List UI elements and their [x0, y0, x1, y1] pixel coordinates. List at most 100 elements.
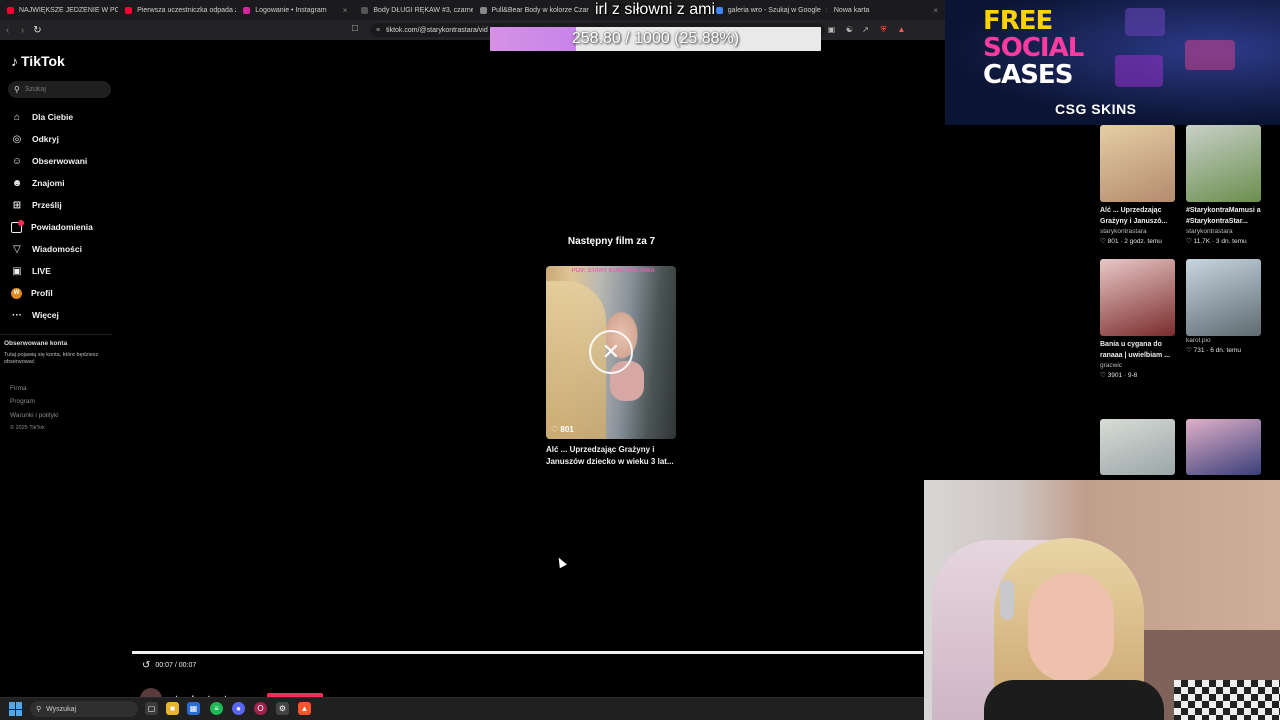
sidebar-item-live[interactable]: ▣ LIVE	[11, 260, 121, 282]
followed-accounts-title: Obserwowane konta	[4, 340, 68, 347]
recommended-video[interactable]: Alć ... Uprzedzając Grażyny i Januszó...…	[1100, 125, 1177, 247]
recommended-video-thumbnail[interactable]	[1186, 125, 1261, 202]
sidebar-item-label: Wiadomości	[32, 244, 82, 254]
home-icon: ⌂	[13, 111, 21, 123]
settings-icon[interactable]: ⚙	[276, 702, 289, 715]
store-icon[interactable]: ▦	[187, 702, 200, 715]
back-icon[interactable]: ‹	[0, 20, 15, 40]
footer-link-terms[interactable]: Warunki i polityki	[10, 412, 59, 419]
next-video-countdown: Następny film za 7	[567, 236, 656, 247]
next-video-thumbnail[interactable]: POV: STARY KONTRASTARA ✕ ♡ 801	[546, 266, 676, 439]
heart-icon: ♡	[551, 425, 559, 434]
browser-tab-bar: NAJWIĘKSZE JEDZENIE W POLSCE - Y×Pierwsz…	[0, 0, 945, 20]
stream-title-overlay: irl z siłowni z ami	[594, 1, 715, 18]
windows-start-icon[interactable]	[9, 702, 23, 716]
tab-favicon-icon	[361, 6, 369, 14]
sidebar-item-prześlij[interactable]: ⊞ Prześlij	[11, 194, 121, 216]
browser-tab[interactable]: Nowa karta ×	[827, 0, 945, 20]
opera-icon[interactable]: O	[254, 702, 267, 715]
tiktok-search[interactable]: ⚲	[8, 81, 111, 98]
recommended-video-author[interactable]: gracwic	[1100, 361, 1177, 371]
tab-label: Pierwsza uczestniczka odpada z dom	[137, 6, 236, 14]
copyright: © 2025 TikTok	[10, 425, 45, 431]
sidebar-item-label: Znajomi	[32, 178, 65, 188]
browser-tab[interactable]: Logowanie • Instagram ×	[236, 0, 354, 20]
sidebar-item-więcej[interactable]: ··· Więcej	[11, 304, 121, 326]
taskbar-search[interactable]: ⚲ Wyszukaj	[30, 701, 138, 717]
recommended-video[interactable]: karol.pio ♡ 731 · 6 dn. temu	[1186, 259, 1263, 356]
sidebar-item-label: Odkryj	[32, 134, 59, 144]
recommended-video-author[interactable]: starykontrastara	[1100, 227, 1177, 237]
user-follow-icon: ☺	[11, 155, 23, 167]
ad-banner[interactable]: FREE SOCIAL CASES CSG SKINS	[945, 0, 1280, 125]
recommended-video-author[interactable]: starykontrastara	[1186, 227, 1263, 237]
reload-icon[interactable]: ↻	[30, 20, 45, 40]
recommended-video[interactable]	[1186, 419, 1263, 475]
search-input[interactable]	[24, 86, 105, 93]
tab-close-icon[interactable]: ×	[343, 6, 348, 15]
cancel-autoplay-button[interactable]: ✕	[589, 330, 633, 374]
recommended-video-author[interactable]: karol.pio	[1186, 336, 1263, 346]
recommended-video-meta: ♡ 801 · 2 godz. temu	[1100, 238, 1162, 245]
replay-icon[interactable]: ↺	[142, 660, 150, 671]
sidebar-item-profil[interactable]: W Profil	[11, 282, 121, 304]
forward-icon[interactable]: ›	[15, 20, 30, 40]
profile-avatar: W	[11, 287, 22, 299]
sidebar-item-znajomi[interactable]: ☻ Znajomi	[11, 172, 121, 194]
donation-goal-bar: 258.80 / 1000 (25.88%)	[490, 27, 821, 51]
task-view-icon[interactable]: ▢	[145, 702, 158, 715]
notification-dot	[18, 219, 24, 226]
sidebar-item-obserwowani[interactable]: ☺ Obserwowani	[11, 150, 121, 172]
browser-tab[interactable]: Body DŁUGI RĘKAW #3, czarne - Boo×	[354, 0, 473, 20]
file-explorer-icon[interactable]: ■	[166, 702, 179, 715]
brave-icon[interactable]: ▲	[298, 702, 311, 715]
brave-shield-icon[interactable]: ⛨	[878, 24, 889, 35]
browser-tab[interactable]: NAJWIĘKSZE JEDZENIE W POLSCE - Y×	[0, 0, 118, 20]
share-icon[interactable]: ↗	[860, 24, 871, 35]
next-video-caption[interactable]: Alć ... Uprzedzając Grażyny i Januszów d…	[546, 444, 681, 468]
site-info-icon[interactable]: ≡	[376, 27, 380, 34]
ad-case-graphic	[1185, 40, 1235, 70]
screen-share-icon[interactable]: ▣	[826, 24, 837, 35]
tiktok-logo[interactable]: ♪ TikTok	[11, 53, 65, 69]
sidebar-item-label: Więcej	[32, 310, 59, 320]
sidebar-item-label: Prześlij	[32, 200, 62, 210]
search-icon: ⚲	[36, 706, 42, 713]
translate-icon[interactable]: ☯	[844, 24, 855, 35]
tab-favicon-icon	[7, 6, 14, 14]
recommended-video[interactable]	[1100, 419, 1177, 475]
recommended-video-meta: ♡ 11.7K · 3 dn. temu	[1186, 238, 1247, 245]
recommended-video-thumbnail[interactable]	[1100, 125, 1175, 202]
video-progress-bar[interactable]	[132, 651, 923, 654]
tab-close-icon[interactable]: ×	[933, 6, 938, 15]
recommended-video-title[interactable]: #StarykontraMamusi a #StarykontraStar...	[1186, 205, 1263, 227]
windows-taskbar: ⚲ Wyszukaj ▢ ■ ▦ ≡ ● O ⚙ ▲	[0, 697, 924, 720]
recommended-video[interactable]: Bania u cygana do ranaaa | uwielbiam ...…	[1100, 259, 1177, 381]
recommended-video[interactable]: #StarykontraMamusi a #StarykontraStar...…	[1186, 125, 1263, 247]
recommended-video-thumbnail[interactable]	[1186, 419, 1261, 475]
sidebar-item-powiadomienia[interactable]: Powiadomienia	[11, 216, 121, 238]
sidebar-item-label: Powiadomienia	[31, 222, 93, 232]
recommended-video-title[interactable]: Alć ... Uprzedzając Grażyny i Januszó...	[1100, 205, 1177, 227]
video-time: 00:07 / 00:07	[155, 662, 197, 669]
upload-icon: ⊞	[12, 199, 22, 211]
sidebar-item-wiadomości[interactable]: ▽ Wiadomości	[11, 238, 121, 260]
recommended-video-thumbnail[interactable]	[1100, 419, 1175, 475]
recommended-video-thumbnail[interactable]	[1100, 259, 1175, 336]
search-icon: ⚲	[14, 85, 20, 94]
browser-tab[interactable]: Pierwsza uczestniczka odpada z dom×	[118, 0, 236, 20]
sidebar-item-label: Profil	[31, 288, 53, 298]
sidebar-item-odkryj[interactable]: ◎ Odkryj	[11, 128, 121, 150]
discord-icon[interactable]: ●	[232, 702, 245, 715]
brave-rewards-icon[interactable]: ▲	[896, 24, 907, 35]
webcam-person-shirt	[984, 680, 1164, 720]
tab-favicon-icon	[243, 6, 251, 14]
ad-case-graphic	[1125, 8, 1165, 36]
spotify-icon[interactable]: ≡	[210, 702, 223, 715]
bookmark-icon[interactable]: □	[352, 23, 358, 34]
footer-link-program[interactable]: Program	[10, 398, 35, 405]
recommended-video-thumbnail[interactable]	[1186, 259, 1261, 336]
footer-link-company[interactable]: Firma	[10, 385, 27, 392]
sidebar-item-dla-ciebie[interactable]: ⌂ Dla Ciebie	[11, 106, 121, 128]
recommended-video-title[interactable]: Bania u cygana do ranaaa | uwielbiam ...	[1100, 339, 1177, 361]
